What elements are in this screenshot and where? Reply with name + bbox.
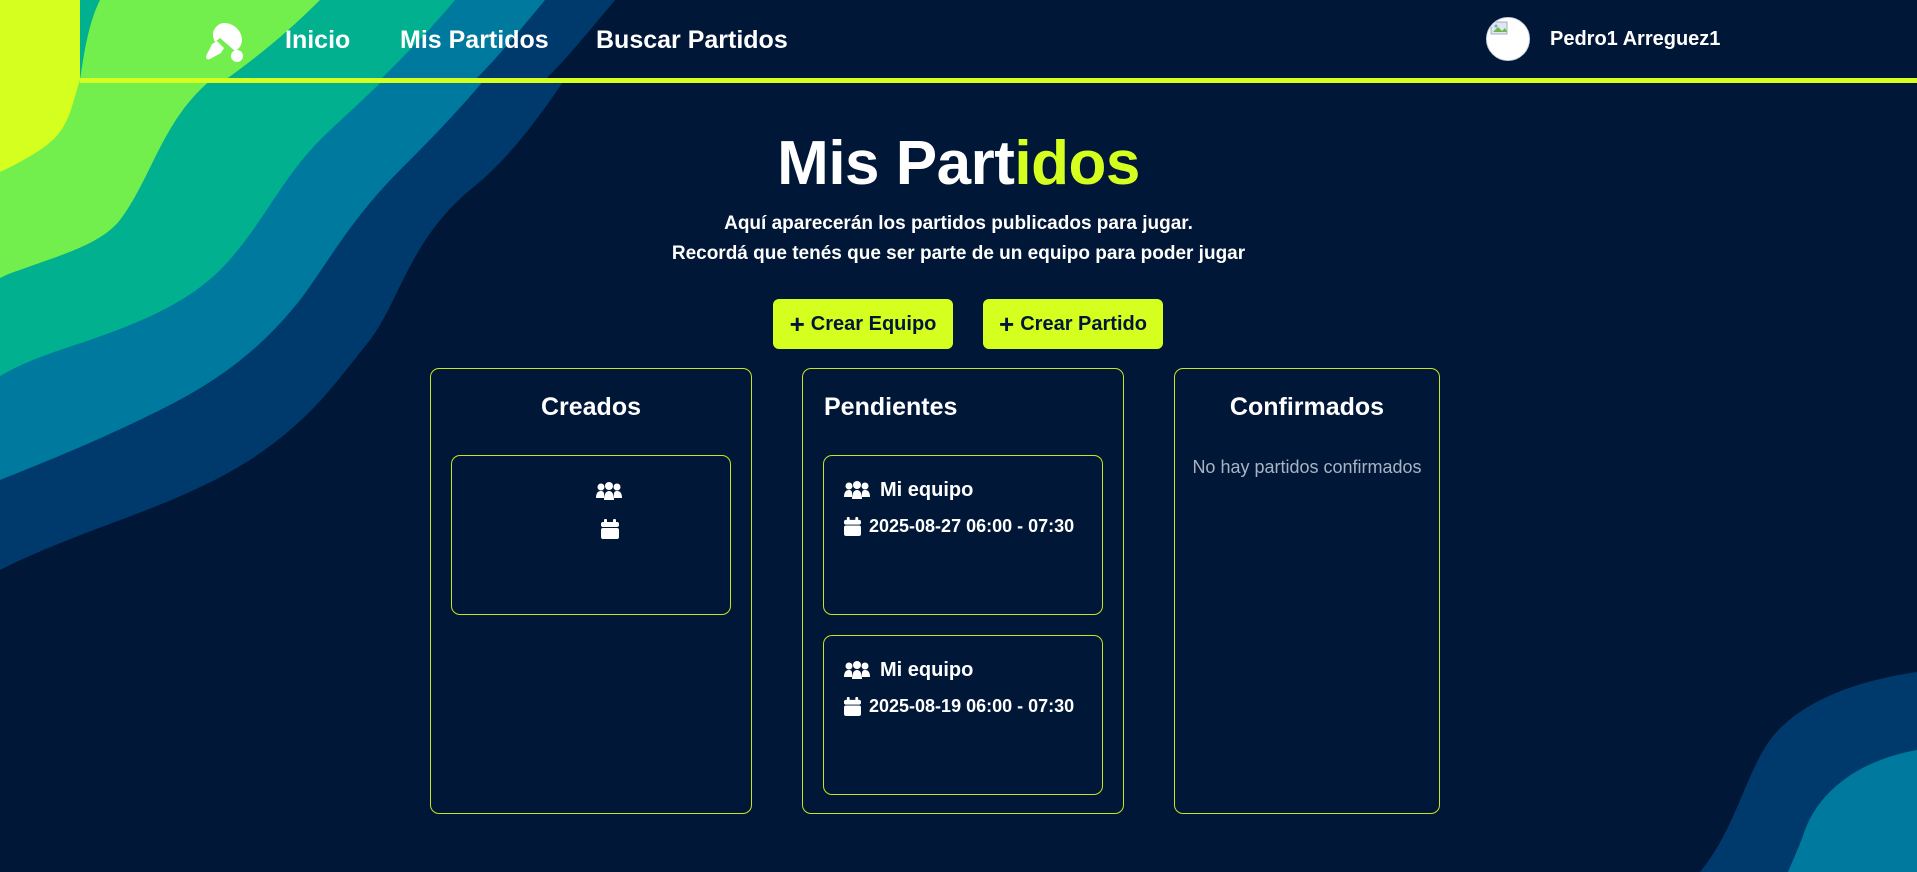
nav-link-mis-partidos[interactable]: Mis Partidos bbox=[400, 26, 549, 55]
empty-message: No hay partidos confirmados bbox=[1192, 457, 1422, 477]
calendar-icon bbox=[844, 697, 861, 716]
subtitle-line-1: Aquí aparecerán los partidos publicados … bbox=[724, 213, 1193, 234]
crear-equipo-button[interactable]: + Crear Equipo bbox=[773, 299, 953, 349]
column-title-confirmados: Confirmados bbox=[1229, 393, 1385, 421]
match-card-team: Mi equipo bbox=[880, 479, 974, 501]
crear-partido-button[interactable]: + Crear Partido bbox=[983, 299, 1163, 349]
ping-pong-paddle-icon[interactable] bbox=[202, 20, 246, 64]
crear-equipo-label: Crear Equipo bbox=[810, 312, 937, 335]
user-name[interactable]: Pedro1 Arreguez1 bbox=[1550, 28, 1720, 51]
match-card-team-row: Mi equipo bbox=[844, 659, 973, 682]
navbar-underline bbox=[80, 78, 1917, 83]
nav-link-inicio[interactable]: Inicio bbox=[285, 26, 350, 55]
match-card[interactable] bbox=[451, 455, 731, 615]
calendar-icon bbox=[601, 519, 619, 539]
column-title-creados: Creados bbox=[540, 393, 642, 421]
plus-icon: + bbox=[999, 309, 1015, 339]
page: Inicio Mis Partidos Buscar Partidos Pedr… bbox=[0, 0, 1917, 872]
users-icon bbox=[596, 482, 622, 500]
page-title-accent: idos bbox=[1014, 129, 1140, 198]
match-card[interactable]: Mi equipo 2025-08-27 06:00 - 07:30 bbox=[823, 455, 1103, 615]
match-card-team: Mi equipo bbox=[880, 659, 974, 681]
column-pendientes: Pendientes Mi equipo 2025-08-27 06:00 - … bbox=[802, 368, 1124, 814]
match-card-datetime: 2025-08-19 06:00 - 07:30 bbox=[869, 696, 1075, 716]
users-icon bbox=[844, 480, 870, 499]
users-icon bbox=[844, 660, 870, 679]
column-title-pendientes: Pendientes bbox=[824, 393, 958, 421]
column-creados: Creados bbox=[430, 368, 752, 814]
match-card-team-row: Mi equipo bbox=[844, 479, 973, 502]
crear-partido-label: Crear Partido bbox=[1020, 312, 1147, 335]
navbar: Inicio Mis Partidos Buscar Partidos Pedr… bbox=[0, 0, 1917, 83]
broken-image-icon bbox=[1487, 18, 1529, 60]
match-card-datetime: 2025-08-27 06:00 - 07:30 bbox=[869, 516, 1075, 536]
match-card[interactable]: Mi equipo 2025-08-19 06:00 - 07:30 bbox=[823, 635, 1103, 795]
subtitle-line-2: Recordá que tenés que ser parte de un eq… bbox=[671, 243, 1246, 264]
calendar-icon bbox=[844, 517, 861, 536]
page-title: Mis Partidos bbox=[0, 124, 1917, 204]
page-title-main: Mis Part bbox=[777, 129, 1015, 198]
nav-link-buscar-partidos[interactable]: Buscar Partidos bbox=[596, 26, 788, 55]
column-confirmados: Confirmados No hay partidos confirmados bbox=[1174, 368, 1440, 814]
avatar[interactable] bbox=[1486, 17, 1530, 61]
match-card-date-row: 2025-08-27 06:00 - 07:30 bbox=[844, 516, 1074, 537]
plus-icon: + bbox=[789, 309, 805, 339]
match-card-date-row: 2025-08-19 06:00 - 07:30 bbox=[844, 696, 1074, 717]
